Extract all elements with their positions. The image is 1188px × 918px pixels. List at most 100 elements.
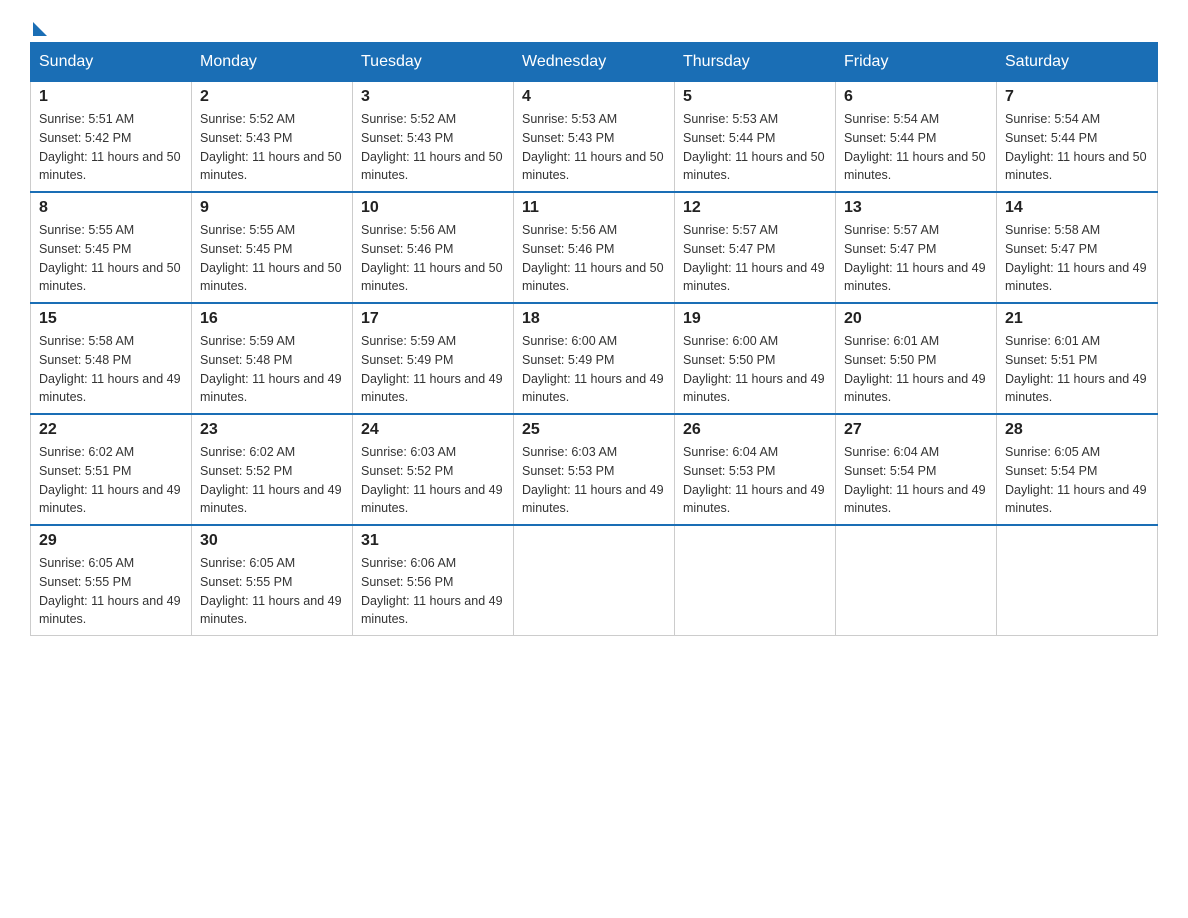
day-info: Sunrise: 6:06 AM Sunset: 5:56 PM Dayligh… <box>361 554 505 629</box>
calendar-day-cell <box>514 525 675 636</box>
calendar-day-cell: 11 Sunrise: 5:56 AM Sunset: 5:46 PM Dayl… <box>514 192 675 303</box>
day-info: Sunrise: 5:56 AM Sunset: 5:46 PM Dayligh… <box>361 221 505 296</box>
calendar-day-cell: 14 Sunrise: 5:58 AM Sunset: 5:47 PM Dayl… <box>997 192 1158 303</box>
calendar-day-cell: 3 Sunrise: 5:52 AM Sunset: 5:43 PM Dayli… <box>353 82 514 193</box>
day-info: Sunrise: 5:57 AM Sunset: 5:47 PM Dayligh… <box>844 221 988 296</box>
calendar-day-cell: 8 Sunrise: 5:55 AM Sunset: 5:45 PM Dayli… <box>31 192 192 303</box>
day-info: Sunrise: 6:01 AM Sunset: 5:51 PM Dayligh… <box>1005 332 1149 407</box>
calendar-day-cell: 22 Sunrise: 6:02 AM Sunset: 5:51 PM Dayl… <box>31 414 192 525</box>
day-number: 25 <box>522 421 666 439</box>
calendar-week-row: 29 Sunrise: 6:05 AM Sunset: 5:55 PM Dayl… <box>31 525 1158 636</box>
day-number: 27 <box>844 421 988 439</box>
calendar-day-cell: 10 Sunrise: 5:56 AM Sunset: 5:46 PM Dayl… <box>353 192 514 303</box>
calendar-week-row: 1 Sunrise: 5:51 AM Sunset: 5:42 PM Dayli… <box>31 82 1158 193</box>
day-number: 22 <box>39 421 183 439</box>
day-number: 7 <box>1005 88 1149 106</box>
day-number: 31 <box>361 532 505 550</box>
day-number: 17 <box>361 310 505 328</box>
day-number: 19 <box>683 310 827 328</box>
day-info: Sunrise: 6:00 AM Sunset: 5:49 PM Dayligh… <box>522 332 666 407</box>
day-info: Sunrise: 6:02 AM Sunset: 5:51 PM Dayligh… <box>39 443 183 518</box>
calendar-header-row: SundayMondayTuesdayWednesdayThursdayFrid… <box>31 43 1158 82</box>
calendar-day-cell: 1 Sunrise: 5:51 AM Sunset: 5:42 PM Dayli… <box>31 82 192 193</box>
day-info: Sunrise: 6:04 AM Sunset: 5:53 PM Dayligh… <box>683 443 827 518</box>
calendar-day-cell <box>997 525 1158 636</box>
calendar-day-cell: 12 Sunrise: 5:57 AM Sunset: 5:47 PM Dayl… <box>675 192 836 303</box>
calendar-day-cell: 9 Sunrise: 5:55 AM Sunset: 5:45 PM Dayli… <box>192 192 353 303</box>
day-number: 10 <box>361 199 505 217</box>
weekday-header-saturday: Saturday <box>997 43 1158 82</box>
day-info: Sunrise: 5:56 AM Sunset: 5:46 PM Dayligh… <box>522 221 666 296</box>
day-info: Sunrise: 6:00 AM Sunset: 5:50 PM Dayligh… <box>683 332 827 407</box>
calendar-day-cell: 15 Sunrise: 5:58 AM Sunset: 5:48 PM Dayl… <box>31 303 192 414</box>
calendar-day-cell: 16 Sunrise: 5:59 AM Sunset: 5:48 PM Dayl… <box>192 303 353 414</box>
calendar-day-cell: 26 Sunrise: 6:04 AM Sunset: 5:53 PM Dayl… <box>675 414 836 525</box>
day-number: 12 <box>683 199 827 217</box>
day-info: Sunrise: 6:01 AM Sunset: 5:50 PM Dayligh… <box>844 332 988 407</box>
day-number: 2 <box>200 88 344 106</box>
calendar-day-cell: 31 Sunrise: 6:06 AM Sunset: 5:56 PM Dayl… <box>353 525 514 636</box>
day-info: Sunrise: 5:54 AM Sunset: 5:44 PM Dayligh… <box>1005 110 1149 185</box>
day-number: 1 <box>39 88 183 106</box>
day-number: 3 <box>361 88 505 106</box>
calendar-table: SundayMondayTuesdayWednesdayThursdayFrid… <box>30 42 1158 636</box>
day-info: Sunrise: 6:05 AM Sunset: 5:54 PM Dayligh… <box>1005 443 1149 518</box>
calendar-day-cell: 29 Sunrise: 6:05 AM Sunset: 5:55 PM Dayl… <box>31 525 192 636</box>
calendar-day-cell: 28 Sunrise: 6:05 AM Sunset: 5:54 PM Dayl… <box>997 414 1158 525</box>
calendar-day-cell: 19 Sunrise: 6:00 AM Sunset: 5:50 PM Dayl… <box>675 303 836 414</box>
weekday-header-thursday: Thursday <box>675 43 836 82</box>
day-info: Sunrise: 5:53 AM Sunset: 5:43 PM Dayligh… <box>522 110 666 185</box>
calendar-day-cell: 18 Sunrise: 6:00 AM Sunset: 5:49 PM Dayl… <box>514 303 675 414</box>
weekday-header-wednesday: Wednesday <box>514 43 675 82</box>
day-info: Sunrise: 5:55 AM Sunset: 5:45 PM Dayligh… <box>39 221 183 296</box>
calendar-day-cell: 4 Sunrise: 5:53 AM Sunset: 5:43 PM Dayli… <box>514 82 675 193</box>
day-number: 29 <box>39 532 183 550</box>
weekday-header-friday: Friday <box>836 43 997 82</box>
logo-arrow-icon <box>33 22 47 36</box>
day-info: Sunrise: 5:54 AM Sunset: 5:44 PM Dayligh… <box>844 110 988 185</box>
calendar-day-cell: 2 Sunrise: 5:52 AM Sunset: 5:43 PM Dayli… <box>192 82 353 193</box>
day-info: Sunrise: 5:55 AM Sunset: 5:45 PM Dayligh… <box>200 221 344 296</box>
calendar-day-cell: 21 Sunrise: 6:01 AM Sunset: 5:51 PM Dayl… <box>997 303 1158 414</box>
calendar-day-cell: 7 Sunrise: 5:54 AM Sunset: 5:44 PM Dayli… <box>997 82 1158 193</box>
weekday-header-monday: Monday <box>192 43 353 82</box>
calendar-day-cell: 17 Sunrise: 5:59 AM Sunset: 5:49 PM Dayl… <box>353 303 514 414</box>
day-number: 26 <box>683 421 827 439</box>
day-number: 6 <box>844 88 988 106</box>
day-info: Sunrise: 5:58 AM Sunset: 5:48 PM Dayligh… <box>39 332 183 407</box>
day-number: 15 <box>39 310 183 328</box>
day-info: Sunrise: 5:59 AM Sunset: 5:49 PM Dayligh… <box>361 332 505 407</box>
calendar-day-cell: 5 Sunrise: 5:53 AM Sunset: 5:44 PM Dayli… <box>675 82 836 193</box>
calendar-week-row: 15 Sunrise: 5:58 AM Sunset: 5:48 PM Dayl… <box>31 303 1158 414</box>
calendar-day-cell: 13 Sunrise: 5:57 AM Sunset: 5:47 PM Dayl… <box>836 192 997 303</box>
page-header <box>30 20 1158 32</box>
weekday-header-sunday: Sunday <box>31 43 192 82</box>
day-number: 8 <box>39 199 183 217</box>
calendar-day-cell: 27 Sunrise: 6:04 AM Sunset: 5:54 PM Dayl… <box>836 414 997 525</box>
day-number: 11 <box>522 199 666 217</box>
calendar-day-cell: 20 Sunrise: 6:01 AM Sunset: 5:50 PM Dayl… <box>836 303 997 414</box>
day-number: 20 <box>844 310 988 328</box>
day-number: 21 <box>1005 310 1149 328</box>
day-number: 30 <box>200 532 344 550</box>
calendar-week-row: 8 Sunrise: 5:55 AM Sunset: 5:45 PM Dayli… <box>31 192 1158 303</box>
day-info: Sunrise: 5:53 AM Sunset: 5:44 PM Dayligh… <box>683 110 827 185</box>
day-info: Sunrise: 6:04 AM Sunset: 5:54 PM Dayligh… <box>844 443 988 518</box>
calendar-day-cell <box>836 525 997 636</box>
day-number: 18 <box>522 310 666 328</box>
day-number: 5 <box>683 88 827 106</box>
day-info: Sunrise: 5:57 AM Sunset: 5:47 PM Dayligh… <box>683 221 827 296</box>
day-info: Sunrise: 5:52 AM Sunset: 5:43 PM Dayligh… <box>200 110 344 185</box>
day-number: 23 <box>200 421 344 439</box>
day-info: Sunrise: 6:03 AM Sunset: 5:53 PM Dayligh… <box>522 443 666 518</box>
day-info: Sunrise: 6:05 AM Sunset: 5:55 PM Dayligh… <box>39 554 183 629</box>
day-info: Sunrise: 6:02 AM Sunset: 5:52 PM Dayligh… <box>200 443 344 518</box>
weekday-header-tuesday: Tuesday <box>353 43 514 82</box>
calendar-day-cell: 6 Sunrise: 5:54 AM Sunset: 5:44 PM Dayli… <box>836 82 997 193</box>
calendar-week-row: 22 Sunrise: 6:02 AM Sunset: 5:51 PM Dayl… <box>31 414 1158 525</box>
day-info: Sunrise: 5:59 AM Sunset: 5:48 PM Dayligh… <box>200 332 344 407</box>
day-info: Sunrise: 5:52 AM Sunset: 5:43 PM Dayligh… <box>361 110 505 185</box>
calendar-day-cell: 23 Sunrise: 6:02 AM Sunset: 5:52 PM Dayl… <box>192 414 353 525</box>
calendar-day-cell: 30 Sunrise: 6:05 AM Sunset: 5:55 PM Dayl… <box>192 525 353 636</box>
day-info: Sunrise: 5:58 AM Sunset: 5:47 PM Dayligh… <box>1005 221 1149 296</box>
